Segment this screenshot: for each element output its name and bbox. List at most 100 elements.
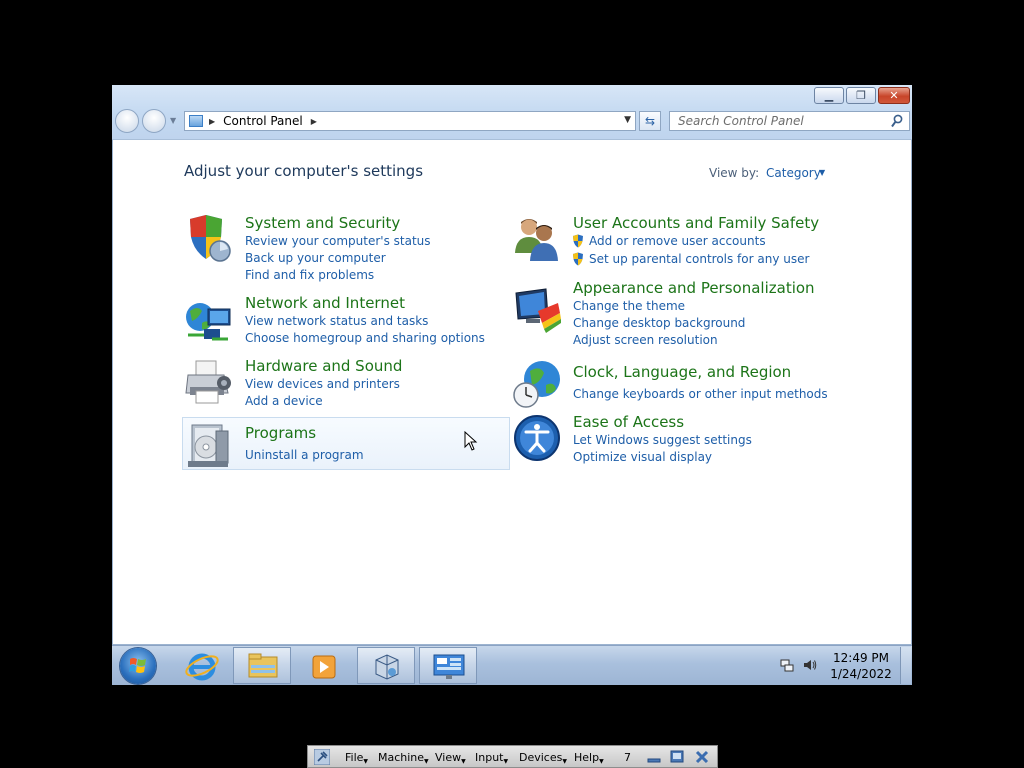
- show-desktop-button[interactable]: [900, 647, 911, 684]
- view-by-label: View by:: [709, 166, 760, 180]
- link-keyboards[interactable]: Change keyboards or other input methods: [573, 387, 828, 401]
- link-screen-resolution[interactable]: Adjust screen resolution: [573, 333, 718, 347]
- menu-help-label: Help: [574, 751, 600, 764]
- menu-file[interactable]: File▼: [345, 751, 368, 765]
- taskbar-virtualbox-app[interactable]: [357, 647, 415, 684]
- link-desktop-background[interactable]: Change desktop background: [573, 316, 745, 330]
- category-appearance[interactable]: Appearance and Personalization: [573, 279, 815, 297]
- caret-icon: ▼: [562, 758, 567, 765]
- search-icon[interactable]: [891, 114, 903, 128]
- taskbar-control-panel[interactable]: [419, 647, 477, 684]
- link-uninstall-program[interactable]: Uninstall a program: [245, 448, 364, 462]
- link-network-status[interactable]: View network status and tasks: [245, 314, 428, 328]
- uac-shield-icon: [573, 252, 583, 266]
- virtualbox-mini-toolbar: File▼ Machine▼ View▼ Input▼ Devices▼ Hel…: [307, 745, 718, 768]
- ease-of-access-icon[interactable]: [512, 413, 562, 463]
- link-back-up[interactable]: Back up your computer: [245, 251, 386, 265]
- taskbar-windows-explorer[interactable]: [233, 647, 291, 684]
- back-button[interactable]: [115, 109, 139, 133]
- category-hardware-sound[interactable]: Hardware and Sound: [245, 357, 402, 375]
- clock-date[interactable]: 1/24/2022: [826, 667, 896, 681]
- breadcrumb-arrow-icon[interactable]: ▶: [311, 117, 317, 126]
- windows-logo-icon: [129, 658, 146, 673]
- restore-button[interactable]: ❐: [846, 87, 876, 104]
- monitor-paint-icon[interactable]: [512, 287, 562, 337]
- category-user-accounts[interactable]: User Accounts and Family Safety: [573, 214, 819, 232]
- taskbar-internet-explorer[interactable]: [172, 647, 230, 684]
- view-by-dropdown[interactable]: Category: [766, 166, 821, 180]
- caret-icon: ▼: [503, 758, 509, 765]
- breadcrumb-arrow-icon[interactable]: ▶: [209, 117, 215, 126]
- link-suggest-settings[interactable]: Let Windows suggest settings: [573, 433, 752, 447]
- menu-machine-label: Machine: [378, 751, 425, 764]
- virtualbox-icon: [375, 654, 399, 680]
- taskbar-media-player[interactable]: [294, 647, 352, 684]
- menu-devices[interactable]: Devices▼: [519, 751, 567, 765]
- caret-icon: ▼: [599, 758, 604, 765]
- close-icon: ✕: [889, 89, 899, 102]
- category-ease-of-access[interactable]: Ease of Access: [573, 413, 684, 431]
- menu-input[interactable]: Input▼: [475, 751, 508, 765]
- link-parental-controls[interactable]: Set up parental controls for any user: [589, 252, 809, 266]
- recent-pages-dropdown[interactable]: ▼: [170, 116, 176, 125]
- caret-icon: ▼: [461, 758, 466, 765]
- close-button[interactable]: ✕: [878, 87, 910, 104]
- clock-time[interactable]: 12:49 PM: [826, 651, 896, 665]
- page-title: Adjust your computer's settings: [184, 162, 424, 180]
- shield-icon[interactable]: [184, 213, 234, 263]
- link-optimize-display[interactable]: Optimize visual display: [573, 450, 712, 464]
- caret-icon: ▼: [424, 758, 429, 765]
- menu-view[interactable]: View▼: [435, 751, 466, 765]
- refresh-button[interactable]: ⇆: [639, 111, 661, 131]
- menu-machine[interactable]: Machine▼: [378, 751, 429, 765]
- menu-view-label: View: [435, 751, 462, 764]
- control-panel-icon: [433, 654, 465, 679]
- category-clock-region[interactable]: Clock, Language, and Region: [573, 363, 791, 381]
- menu-help[interactable]: Help▼: [574, 751, 604, 765]
- search-input[interactable]: Search Control Panel: [669, 111, 910, 131]
- category-network-internet[interactable]: Network and Internet: [245, 294, 405, 312]
- fullscreen-icon[interactable]: [669, 749, 685, 765]
- restore-icon: ❐: [856, 89, 866, 102]
- network-globe-icon[interactable]: [184, 295, 234, 345]
- display-number: 7: [624, 751, 631, 764]
- category-system-security[interactable]: System and Security: [245, 214, 400, 232]
- link-add-remove-users[interactable]: Add or remove user accounts: [589, 234, 766, 248]
- breadcrumb-control-panel[interactable]: Control Panel: [223, 114, 303, 128]
- menu-file-label: File: [345, 751, 364, 764]
- forward-button[interactable]: [142, 109, 166, 133]
- minimize-icon: ▁: [824, 89, 834, 102]
- uac-shield-icon: [573, 234, 583, 248]
- pin-icon[interactable]: [314, 749, 330, 765]
- minimize-icon[interactable]: [646, 749, 662, 765]
- folder-icon: [248, 653, 278, 678]
- users-icon[interactable]: [512, 213, 562, 263]
- programs-icon[interactable]: [184, 421, 234, 471]
- link-find-fix[interactable]: Find and fix problems: [245, 268, 374, 282]
- start-button[interactable]: [120, 648, 156, 684]
- network-tray-icon[interactable]: [780, 658, 794, 672]
- address-bar[interactable]: ▶ Control Panel ▶ ▼: [184, 111, 636, 131]
- minimize-button[interactable]: ▁: [814, 87, 844, 104]
- menu-input-label: Input: [475, 751, 504, 764]
- link-change-theme[interactable]: Change the theme: [573, 299, 685, 313]
- link-review-status[interactable]: Review your computer's status: [245, 234, 431, 248]
- menu-devices-label: Devices: [519, 751, 563, 764]
- chevron-down-icon[interactable]: ▼: [819, 168, 825, 177]
- control-panel-window: ▁ ❐ ✕ ▼ ▶ Control Panel ▶ ▼ ⇆ Search Con…: [112, 85, 912, 645]
- caret-icon: ▼: [363, 758, 369, 765]
- clock-globe-icon[interactable]: [512, 359, 562, 409]
- control-panel-icon: [189, 115, 203, 127]
- volume-tray-icon[interactable]: [803, 658, 817, 672]
- printer-icon[interactable]: [184, 357, 234, 407]
- link-add-device[interactable]: Add a device: [245, 394, 323, 408]
- address-dropdown-icon[interactable]: ▼: [624, 115, 631, 125]
- internet-explorer-icon: [185, 653, 219, 681]
- taskbar: 12:49 PM 1/24/2022: [112, 645, 912, 685]
- close-icon[interactable]: [694, 749, 710, 765]
- link-devices-printers[interactable]: View devices and printers: [245, 377, 400, 391]
- refresh-icon: ⇆: [644, 114, 656, 128]
- category-programs[interactable]: Programs: [245, 424, 316, 442]
- link-homegroup[interactable]: Choose homegroup and sharing options: [245, 331, 485, 345]
- title-bar[interactable]: ▁ ❐ ✕ ▼ ▶ Control Panel ▶ ▼ ⇆ Search Con…: [112, 85, 912, 140]
